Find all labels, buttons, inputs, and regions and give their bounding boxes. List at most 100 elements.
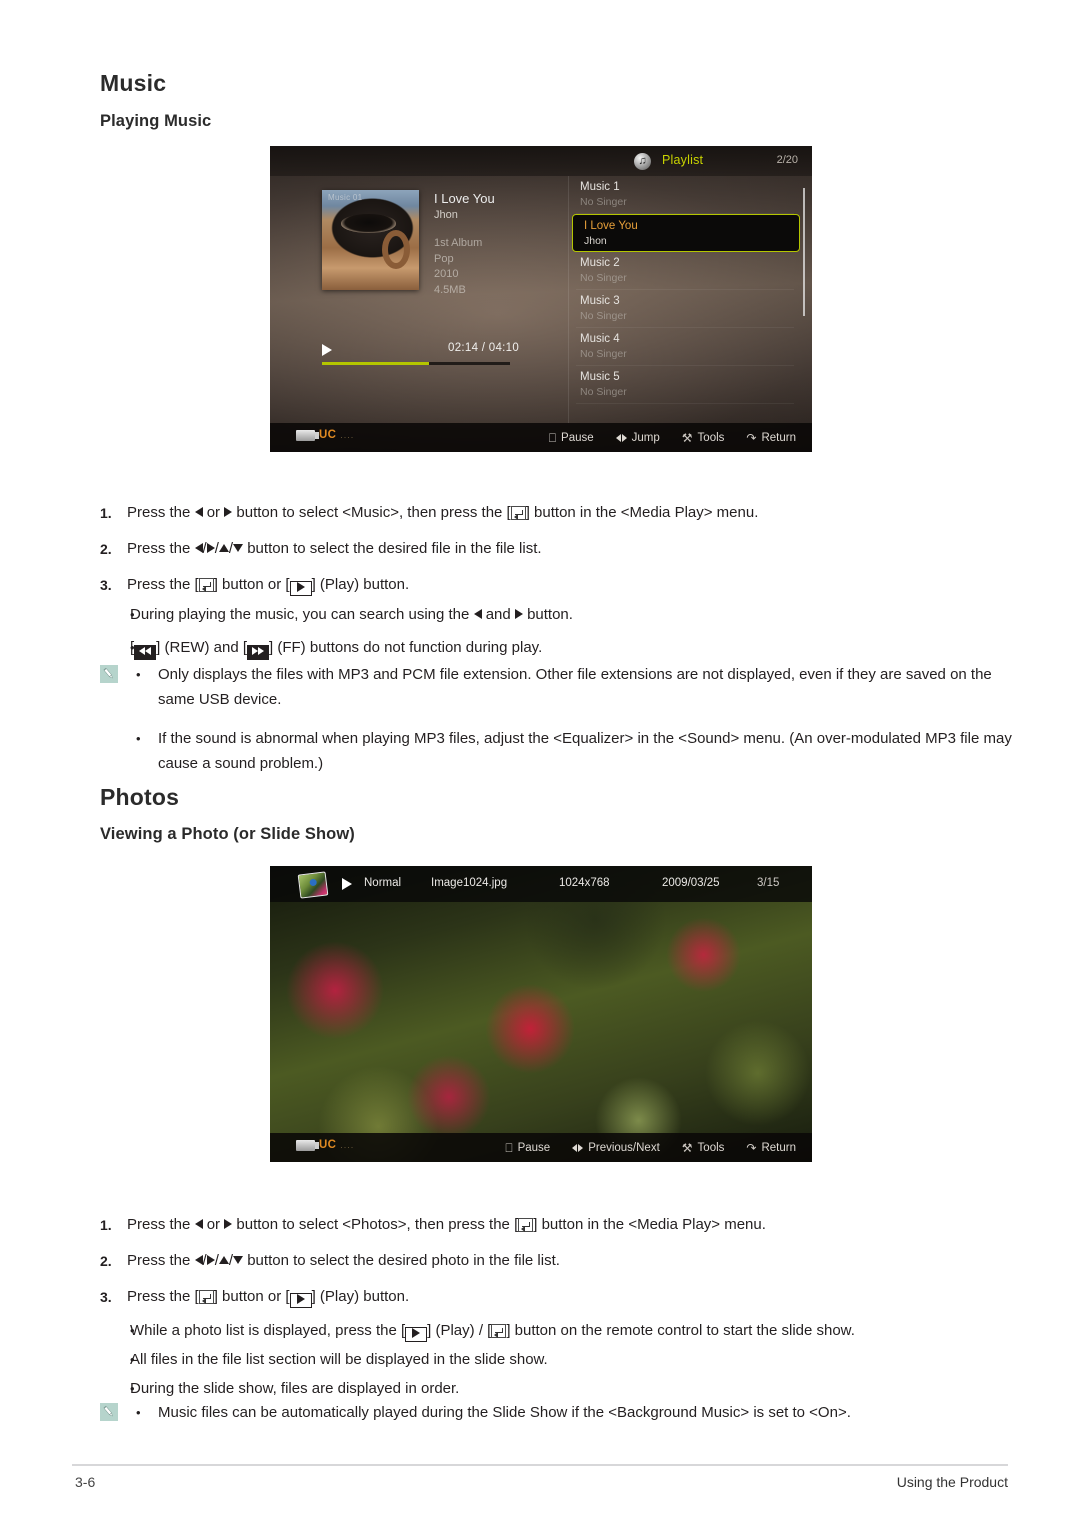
source-indicator: UC .... xyxy=(296,429,354,441)
right-arrow-icon xyxy=(224,1219,233,1230)
return-icon: ↷ xyxy=(746,1140,757,1155)
left-arrow-icon xyxy=(194,1219,203,1230)
bullet-dot: • xyxy=(130,607,135,622)
playlist-item[interactable]: Music 4 No Singer xyxy=(576,328,794,366)
playlist-item[interactable]: Music 3 No Singer xyxy=(576,290,794,328)
action-return[interactable]: ↷ Return xyxy=(746,1142,796,1154)
step-text-part: ] (Play) button. xyxy=(311,1288,410,1305)
action-tools[interactable]: ⚒ Tools xyxy=(682,432,725,444)
action-label: Tools xyxy=(697,431,725,444)
playlist-scrollbar[interactable] xyxy=(803,188,805,316)
left-right-icon xyxy=(615,433,627,442)
music-bottom-bar: UC .... ⎕ Pause Jump ⚒ Tools ↷ Return xyxy=(270,423,812,452)
note-bullet-dot: • xyxy=(136,667,141,682)
playlist-item[interactable]: Music 1 No Singer xyxy=(576,176,794,214)
playlist-item-title: Music 1 xyxy=(580,181,620,193)
note-row: • Music files can be automatically playe… xyxy=(100,1400,1025,1425)
music-player-topbar xyxy=(270,146,812,176)
action-pause[interactable]: ⎕ Pause xyxy=(505,1142,550,1154)
action-previous-next[interactable]: Previous/Next xyxy=(572,1142,660,1154)
step-text: Press the [] button or [] (Play) button. xyxy=(127,570,1025,600)
bullet-text-part: ] (FF) buttons do not function during pl… xyxy=(269,639,543,656)
note-pencil-icon xyxy=(100,1400,136,1421)
right-arrow-icon xyxy=(206,1255,215,1266)
step-number: 2. xyxy=(100,541,112,557)
bullet-text-part: ] (REW) and [ xyxy=(156,639,248,656)
manual-page: Music Playing Music ♫ Playlist 2/20 Musi… xyxy=(0,0,1080,1527)
playlist-item-artist: No Singer xyxy=(580,272,627,284)
note-text: Only displays the files with MP3 and PCM… xyxy=(158,666,992,708)
note-text: Music files can be automatically played … xyxy=(158,1404,851,1421)
photo-mode: Normal xyxy=(364,877,402,889)
bullet-dot: • xyxy=(130,1381,135,1396)
music-sub-bullets: • During playing the music, you can sear… xyxy=(100,600,1025,662)
bullet-item: • All files in the file list section wil… xyxy=(100,1345,1025,1374)
note-text: If the sound is abnormal when playing MP… xyxy=(158,730,1012,772)
photo-date: 2009/03/25 xyxy=(662,877,720,889)
action-jump[interactable]: Jump xyxy=(615,431,660,444)
photo-viewer-screenshot: Normal Image1024.jpg 1024x768 2009/03/25… xyxy=(270,866,812,1162)
source-dots: .... xyxy=(340,1140,355,1150)
step-text-part: button to select <Music>, then press the… xyxy=(232,504,511,521)
source-label: UC xyxy=(319,1139,337,1151)
footer-divider xyxy=(72,1464,1008,1466)
step-text-part: ] button or [ xyxy=(213,576,290,593)
playlist-item-title: Music 2 xyxy=(580,257,620,269)
step-text-part: Press the [ xyxy=(127,576,199,593)
playlist-item-title: Music 3 xyxy=(580,295,620,307)
footer-chapter: Using the Product xyxy=(896,1474,1008,1490)
playlist-item-selected[interactable]: I Love You Jhon xyxy=(572,214,800,252)
bullet-text: During playing the music, you can search… xyxy=(130,600,1025,629)
step-text: Press the or button to select <Photos>, … xyxy=(127,1210,1025,1240)
right-arrow-icon xyxy=(514,609,523,620)
usb-icon xyxy=(296,1139,319,1151)
action-label: Return xyxy=(761,431,796,444)
step-text-part: Press the [ xyxy=(127,1288,199,1305)
playlist-item-artist: Jhon xyxy=(584,235,607,247)
footer-page-number: 3-6 xyxy=(75,1474,96,1490)
photo-bottom-bar: UC .... ⎕ Pause Previous/Next ⚒ Tools ↷ Return xyxy=(270,1133,812,1162)
step-text-part: ] button in the <Media Play> menu. xyxy=(525,504,759,521)
note-row: • If the sound is abnormal when playing … xyxy=(100,726,1025,776)
action-return[interactable]: ↷ Return xyxy=(746,432,796,444)
playlist-item-title: Music 5 xyxy=(580,371,620,383)
playlist-item[interactable]: Music 5 No Singer xyxy=(576,366,794,404)
pause-icon: ⎕ xyxy=(548,430,557,445)
playlist-pane[interactable]: Music 1 No Singer I Love You Jhon Music 2 No … xyxy=(568,176,812,423)
action-label: Pause xyxy=(561,431,594,444)
page-title-photos: Photos xyxy=(100,784,180,810)
enter-key-icon xyxy=(510,506,526,520)
source-dots: .... xyxy=(340,430,355,440)
playlist-item-artist: No Singer xyxy=(580,348,627,360)
bullet-text-part: While a photo list is displayed, press t… xyxy=(130,1322,406,1339)
play-indicator-icon xyxy=(322,344,332,356)
step-number: 3. xyxy=(100,1289,112,1305)
step-item: 3. Press the [] button or [] (Play) butt… xyxy=(100,570,1025,600)
step-text-part: or xyxy=(202,504,225,521)
action-label: Jump xyxy=(631,431,660,444)
action-tools[interactable]: ⚒ Tools xyxy=(682,1142,725,1154)
photo-filename: Image1024.jpg xyxy=(431,877,508,889)
playlist-label: Playlist xyxy=(662,153,704,167)
bullet-dot: • xyxy=(130,1352,135,1367)
action-pause[interactable]: ⎕ Pause xyxy=(549,432,594,444)
action-label: Pause xyxy=(517,1141,551,1154)
note-icon-spacer xyxy=(100,726,136,729)
playlist-item[interactable]: Music 2 No Singer xyxy=(576,252,794,290)
photo-thumbnail-icon xyxy=(297,871,329,899)
right-arrow-icon xyxy=(224,507,233,518)
step-item: 2. Press the / / / button to select the de… xyxy=(100,534,1025,564)
note-bullet-dot: • xyxy=(136,1405,141,1420)
left-arrow-icon xyxy=(194,1255,203,1266)
return-icon: ↷ xyxy=(746,430,757,445)
playback-time: 02:14 / 04:10 xyxy=(448,342,520,354)
play-key-icon xyxy=(289,581,312,596)
step-item: 1. Press the or button to select <Music>… xyxy=(100,498,1025,528)
down-arrow-icon xyxy=(233,544,244,553)
step-text: Press the [] button or [] (Play) button. xyxy=(127,1282,1025,1312)
step-text: Press the / / / button to select the desir… xyxy=(127,534,1025,564)
playlist-item-artist: No Singer xyxy=(580,310,627,322)
now-playing-filesize: 4.5MB xyxy=(434,283,466,296)
bullet-text-part: During playing the music, you can search… xyxy=(130,606,474,623)
progress-bar[interactable] xyxy=(322,362,510,365)
